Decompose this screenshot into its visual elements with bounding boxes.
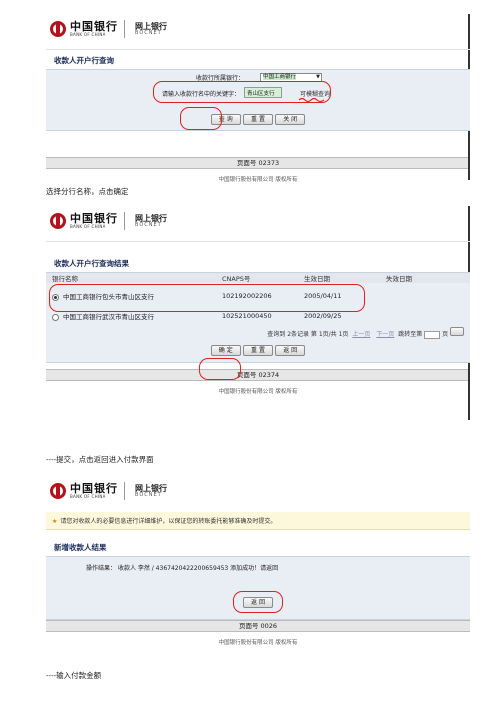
results-panel: 银行名称 CNAPS号 生效日期 失效日期 中国工商银行包头市青山区支行 102… (46, 272, 470, 380)
result-text: 收款人 李然 / 4367420422200659453 添加成功！请返回 (117, 565, 279, 572)
back-button[interactable]: 返 回 (275, 344, 306, 356)
bank-name-cn: 中国银行 (70, 212, 118, 226)
copyright: 中国银行股份有限公司 版权所有 (218, 177, 298, 183)
result-line: 操作结果： 收款人 李然 / 4367420422200659453 添加成功！… (86, 563, 278, 572)
expiry-date (380, 309, 470, 323)
caption: ----提交，点击返回进入付款界面 (46, 455, 154, 464)
annotation-oval (153, 81, 331, 103)
bank-name-en: BANK OF CHINA (70, 493, 106, 499)
column-header: 银行名称 (46, 273, 216, 283)
copyright: 中国银行股份有限公司 版权所有 (218, 388, 298, 395)
expiry-date (380, 283, 470, 309)
close-button[interactable]: 关 闭 (275, 114, 306, 125)
query-form: 收款行所属银行： 中国工商银行 ▼ 请输入收款行名中的关键字： 青山区支行 可模… (46, 69, 470, 131)
column-header: CNAPS号 (216, 273, 298, 283)
go-button[interactable] (450, 327, 464, 336)
caption: 选择分行名称，点击确定 (46, 187, 129, 196)
record-summary: 查询到 2条记录 第 1页/共 1页 (267, 331, 349, 338)
page-number: 页面号 0026 (46, 620, 470, 632)
prev-page-link[interactable]: 上一页 (352, 331, 370, 338)
pagination: 查询到 2条记录 第 1页/共 1页 上一页 下一页 跳转至第 页 (46, 323, 470, 343)
page-suffix: 页 (442, 331, 449, 338)
column-header: 生效日期 (298, 273, 380, 283)
bocnet-en: BOCNET (135, 221, 162, 228)
bank-logo-icon (50, 21, 66, 37)
notice-bar: ★ 请您对收款人的必要信息进行详细维护，以保证您的转账委托能够准确及时提交。 (46, 512, 470, 530)
confirm-button[interactable]: 确 定 (210, 344, 241, 356)
bank-logo-icon (50, 213, 66, 229)
page-jump-input[interactable] (424, 330, 441, 339)
caption: ----输入付款金额 (46, 671, 102, 680)
bank-name-cn: 中国银行 (70, 482, 118, 496)
notice-text: 请您对收款人的必要信息进行详细维护，以保证您的转账委托能够准确及时提交。 (60, 518, 277, 525)
page-title: 收款人开户行查询结果 (54, 259, 129, 268)
screenshot-query: 中国银行 BANK OF CHINA 网上银行 BOCNET 收款人开户行查询 … (46, 14, 470, 183)
radio-button[interactable] (52, 313, 59, 321)
bank-logo-icon (50, 483, 66, 499)
annotation-oval (180, 107, 222, 130)
bank-name-en: BANK OF CHINA (70, 31, 106, 37)
jump-label: 跳转至第 (398, 331, 423, 338)
bank-name-cn: 中国银行 (70, 20, 118, 34)
page-title: 新增收款人结果 (54, 543, 107, 552)
bank-name: 中国工商银行武汉市青山区支行 (63, 313, 154, 321)
result-panel: 操作结果： 收款人 李然 / 4367420422200659453 添加成功！… (46, 556, 470, 620)
screenshot-results: 中国银行 BANK OF CHINA 网上银行 BOCNET 收款人开户行查询结… (46, 206, 470, 420)
result-label: 操作结果： (86, 565, 117, 572)
reset-button[interactable]: 重 置 (243, 114, 273, 125)
bank-header: 中国银行 BANK OF CHINA 网上银行 BOCNET (46, 206, 470, 242)
page-number: 页面号 02373 (46, 157, 470, 169)
page-title: 收款人开户行查询 (54, 56, 114, 65)
page-number: 页面号 02374 (46, 368, 470, 381)
column-header: 失效日期 (380, 273, 470, 283)
star-icon: ★ (52, 518, 58, 525)
table-header: 银行名称 CNAPS号 生效日期 失效日期 (46, 273, 470, 283)
screenshot-add-result: 中国银行 BANK OF CHINA 网上银行 BOCNET ★ 请您对收款人的必… (46, 476, 470, 650)
annotation-oval (199, 358, 241, 380)
bank-header: 中国银行 BANK OF CHINA 网上银行 BOCNET (46, 14, 470, 50)
bank-select-value: 中国工商银行 (263, 74, 297, 80)
bank-name-en: BANK OF CHINA (70, 223, 106, 229)
annotation-oval (233, 591, 283, 613)
bank-header: 中国银行 BANK OF CHINA 网上银行 BOCNET (46, 476, 470, 512)
bocnet-en: BOCNET (135, 29, 162, 36)
next-page-link[interactable]: 下一页 (376, 331, 394, 338)
annotation-oval (49, 284, 365, 312)
copyright: 中国银行股份有限公司 版权所有 (218, 640, 298, 646)
reset-button[interactable]: 重 置 (243, 344, 273, 356)
bocnet-en: BOCNET (135, 491, 162, 498)
chevron-down-icon: ▼ (316, 74, 320, 80)
